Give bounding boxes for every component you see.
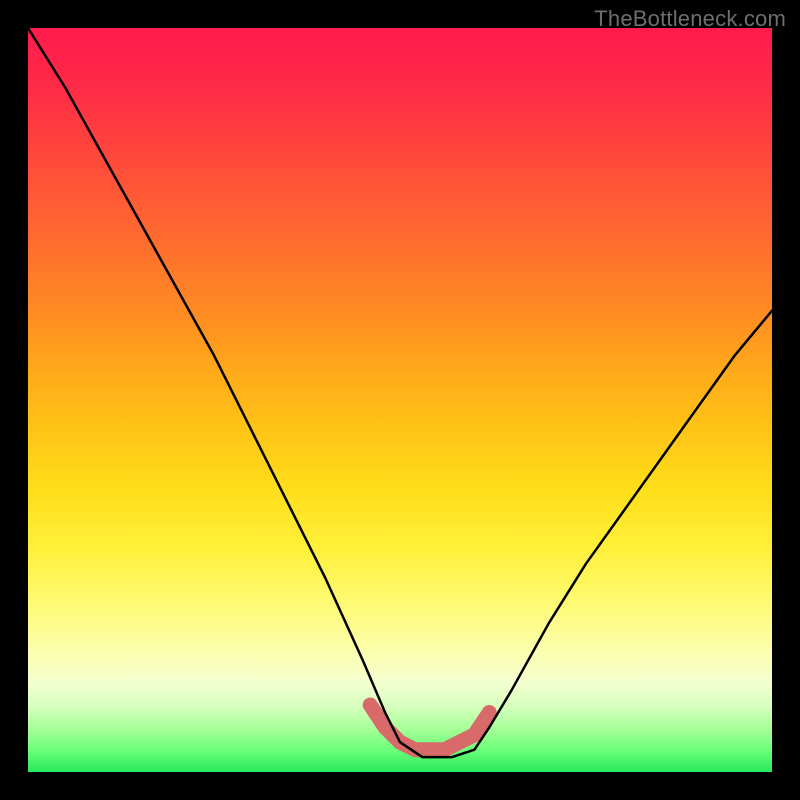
curve-layer [28,28,772,772]
watermark-text: TheBottleneck.com [594,6,786,32]
trough-highlight-path [370,705,489,750]
bottleneck-curve-path [28,28,772,757]
chart-root: TheBottleneck.com [0,0,800,800]
plot-area [28,28,772,772]
